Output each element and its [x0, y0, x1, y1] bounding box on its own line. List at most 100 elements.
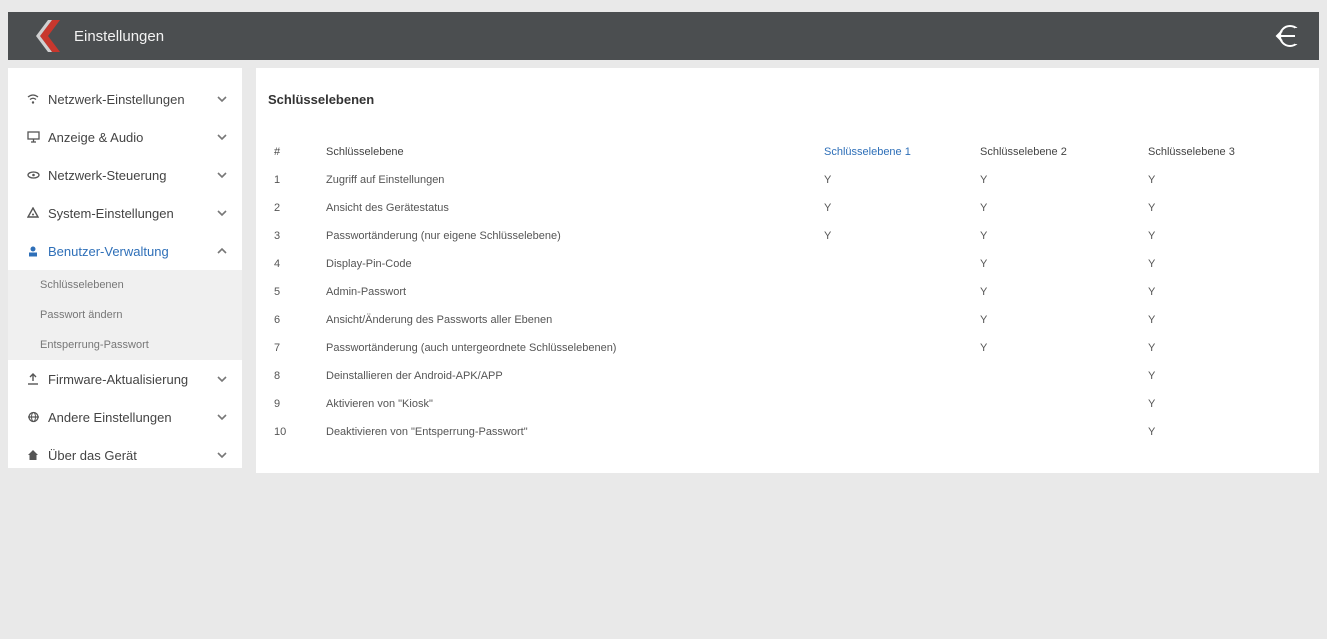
table-row: 1 Zugriff auf Einstellungen Y Y Y [270, 166, 1298, 194]
page-title: Schlüsselebenen [268, 92, 375, 107]
cell-key-level: Admin-Passwort [326, 286, 407, 298]
submenu-item-unlock-password[interactable]: Entsperrung-Passwort [8, 330, 242, 360]
gear-icon [26, 206, 40, 220]
cell-number: 4 [274, 258, 281, 270]
table-header-row: # Schlüsselebene Schlüsselebene 1 Schlüs… [270, 138, 1298, 166]
cell-level-3: Y [1148, 202, 1156, 214]
cell-key-level: Ansicht/Änderung des Passworts aller Ebe… [326, 314, 553, 326]
cell-level-2: Y [980, 342, 988, 354]
chevron-down-icon [217, 134, 227, 141]
cell-level-1: Y [824, 230, 832, 242]
main-panel: Schlüsselebenen # Schlüsselebene Schlüss… [256, 68, 1319, 473]
table-row: 5 Admin-Passwort Y Y [270, 278, 1298, 306]
submenu-item-key-levels[interactable]: Schlüsselebenen [8, 270, 242, 300]
cell-level-2: Y [980, 230, 988, 242]
cell-key-level: Aktivieren von "Kiosk" [326, 398, 433, 410]
chevron-down-icon [217, 414, 227, 421]
cell-number: 2 [274, 202, 281, 214]
key-levels-table: # Schlüsselebene Schlüsselebene 1 Schlüs… [270, 138, 1298, 446]
cell-level-2: Y [980, 202, 988, 214]
sidebar-item-label: Anzeige & Audio [48, 129, 144, 145]
column-header-level-1[interactable]: Schlüsselebene 1 [824, 138, 980, 166]
sidebar-item-label: Über das Gerät [48, 447, 137, 463]
sidebar-item-other-settings[interactable]: Andere Einstellungen [8, 398, 242, 436]
cell-number: 7 [274, 342, 281, 354]
cell-level-2: Y [980, 258, 988, 270]
home-icon [26, 448, 40, 462]
sidebar-item-firmware-update[interactable]: Firmware-Aktualisierung [8, 360, 242, 398]
cell-level-1: Y [824, 174, 832, 186]
wifi-icon [26, 92, 40, 106]
sidebar-item-display-audio[interactable]: Anzeige & Audio [8, 118, 242, 156]
cell-level-3: Y [1148, 258, 1156, 270]
cell-level-2 [980, 418, 1148, 446]
cell-level-1 [824, 334, 980, 362]
sidebar-item-system-settings[interactable]: System-Einstellungen [8, 194, 242, 232]
cell-level-1 [824, 278, 980, 306]
table-row: 10 Deaktivieren von "Entsperrung-Passwort… [270, 418, 1298, 446]
cell-level-1 [824, 250, 980, 278]
table-row: 9 Aktivieren von "Kiosk" Y [270, 390, 1298, 418]
cell-key-level: Deinstallieren der Android-APK/APP [326, 370, 503, 382]
chevron-down-icon [217, 172, 227, 179]
chevron-down-icon [217, 210, 227, 217]
sidebar-item-about-device[interactable]: Über das Gerät [8, 436, 242, 474]
cell-number: 1 [274, 174, 281, 186]
cell-number: 3 [274, 230, 281, 242]
cell-level-1 [824, 390, 980, 418]
cell-level-2 [980, 390, 1148, 418]
sidebar-item-label: System-Einstellungen [48, 205, 174, 221]
chevron-down-icon [217, 376, 227, 383]
back-logo-icon[interactable] [30, 18, 66, 54]
table-row: 8 Deinstallieren der Android-APK/APP Y [270, 362, 1298, 390]
sidebar: Netzwerk-Einstellungen Anzeige & Audio N… [8, 68, 242, 468]
cell-level-1 [824, 306, 980, 334]
cell-level-3: Y [1148, 286, 1156, 298]
cell-level-2: Y [980, 314, 988, 326]
cell-level-3: Y [1148, 342, 1156, 354]
sidebar-item-user-management[interactable]: Benutzer-Verwaltung [8, 232, 242, 270]
user-management-submenu: Schlüsselebenen Passwort ändern Entsperr… [8, 270, 242, 360]
cell-level-3: Y [1148, 426, 1156, 438]
monitor-icon [26, 130, 40, 144]
cell-number: 8 [274, 370, 281, 382]
chevron-down-icon [217, 96, 227, 103]
chevron-down-icon [217, 452, 227, 459]
table-row: 7 Passwortänderung (auch untergeordnete S… [270, 334, 1298, 362]
cell-key-level: Passwortänderung (nur eigene Schlüsseleb… [326, 230, 561, 242]
cell-level-1: Y [824, 202, 832, 214]
table-row: 6 Ansicht/Änderung des Passworts aller Eb… [270, 306, 1298, 334]
logout-icon[interactable] [1273, 22, 1303, 50]
cell-key-level: Zugriff auf Einstellungen [326, 174, 445, 186]
column-header-level-2[interactable]: Schlüsselebene 2 [980, 138, 1148, 166]
submenu-item-change-password[interactable]: Passwort ändern [8, 300, 242, 330]
cell-key-level: Deaktivieren von "Entsperrung-Passwort" [326, 426, 528, 438]
cell-key-level: Display-Pin-Code [326, 258, 412, 270]
app-title: Einstellungen [74, 27, 165, 45]
table-row: 2 Ansicht des Gerätestatus Y Y Y [270, 194, 1298, 222]
table-row: 4 Display-Pin-Code Y Y [270, 250, 1298, 278]
cell-level-1 [824, 418, 980, 446]
globe-icon [26, 410, 40, 424]
cell-key-level: Passwortänderung (auch untergeordnete Sc… [326, 342, 617, 354]
cell-level-2: Y [980, 174, 988, 186]
cell-number: 5 [274, 286, 281, 298]
user-icon [26, 244, 40, 258]
sidebar-item-network-settings[interactable]: Netzwerk-Einstellungen [8, 80, 242, 118]
sidebar-item-network-control[interactable]: Netzwerk-Steuerung [8, 156, 242, 194]
top-bar: Einstellungen [8, 12, 1319, 60]
table-row: 3 Passwortänderung (nur eigene Schlüssele… [270, 222, 1298, 250]
cell-level-3: Y [1148, 174, 1156, 186]
cell-level-3: Y [1148, 230, 1156, 242]
cell-number: 10 [274, 426, 287, 438]
cell-level-3: Y [1148, 370, 1156, 382]
sidebar-item-label: Netzwerk-Einstellungen [48, 91, 185, 107]
cell-level-2 [980, 362, 1148, 390]
cell-level-1 [824, 362, 980, 390]
column-header-level-3[interactable]: Schlüsselebene 3 [1148, 138, 1298, 166]
upload-icon [26, 372, 40, 386]
column-header-number: # [274, 146, 281, 158]
cell-level-3: Y [1148, 398, 1156, 410]
cell-number: 6 [274, 314, 281, 326]
chevron-up-icon [217, 247, 227, 254]
